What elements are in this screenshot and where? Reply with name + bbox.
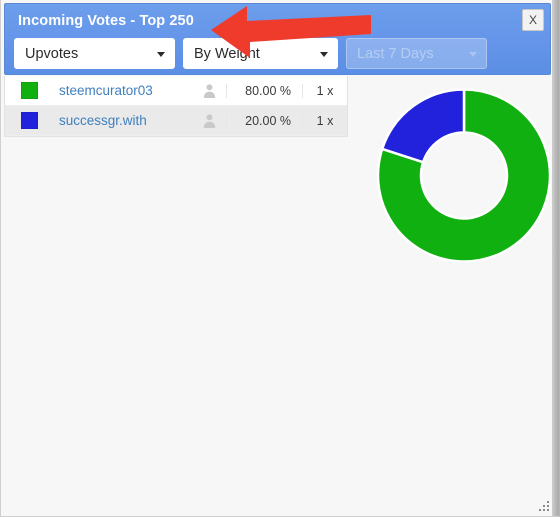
person-icon bbox=[203, 114, 215, 128]
account-link[interactable]: steemcurator03 bbox=[53, 83, 192, 98]
sort-mode-dropdown[interactable]: By Weight bbox=[183, 38, 338, 69]
votes-table: steemcurator03 80.00 % 1 x successgr.wit… bbox=[4, 76, 348, 137]
filter-controls: Upvotes By Weight Last 7 Days bbox=[14, 38, 487, 69]
percent-value: 20.00 % bbox=[226, 113, 302, 128]
person-icon bbox=[203, 84, 215, 98]
percent-value: 80.00 % bbox=[226, 83, 302, 98]
donut-chart bbox=[373, 88, 555, 263]
close-button[interactable]: X bbox=[522, 9, 544, 31]
vote-type-dropdown[interactable]: Upvotes bbox=[14, 38, 175, 69]
account-link[interactable]: successgr.with bbox=[53, 113, 192, 128]
date-range-value: Last 7 Days bbox=[357, 45, 434, 62]
table-row[interactable]: successgr.with 20.00 % 1 x bbox=[5, 106, 347, 136]
resize-grip-icon[interactable] bbox=[537, 500, 550, 513]
window-scroll-edge[interactable] bbox=[552, 0, 559, 516]
series-color-swatch bbox=[20, 82, 38, 99]
count-value: 1 x bbox=[302, 113, 347, 128]
dialog-header: Incoming Votes - Top 250 X Upvotes By We… bbox=[4, 3, 551, 75]
count-value: 1 x bbox=[302, 83, 347, 98]
color-swatch-cell bbox=[5, 82, 53, 99]
date-range-dropdown: Last 7 Days bbox=[346, 38, 487, 69]
avatar bbox=[192, 113, 226, 128]
chevron-down-icon bbox=[157, 51, 165, 57]
avatar bbox=[192, 83, 226, 98]
page-title: Incoming Votes - Top 250 bbox=[18, 13, 194, 29]
donut-slice[interactable] bbox=[380, 88, 466, 164]
color-swatch-cell bbox=[5, 112, 53, 129]
donut-chart-svg bbox=[376, 88, 552, 263]
vote-type-value: Upvotes bbox=[25, 45, 79, 62]
votes-dialog: Incoming Votes - Top 250 X Upvotes By We… bbox=[0, 0, 560, 517]
chevron-down-icon bbox=[320, 51, 328, 57]
chevron-down-icon bbox=[469, 51, 477, 57]
series-color-swatch bbox=[20, 112, 38, 129]
sort-mode-value: By Weight bbox=[194, 45, 260, 62]
table-row[interactable]: steemcurator03 80.00 % 1 x bbox=[5, 76, 347, 106]
